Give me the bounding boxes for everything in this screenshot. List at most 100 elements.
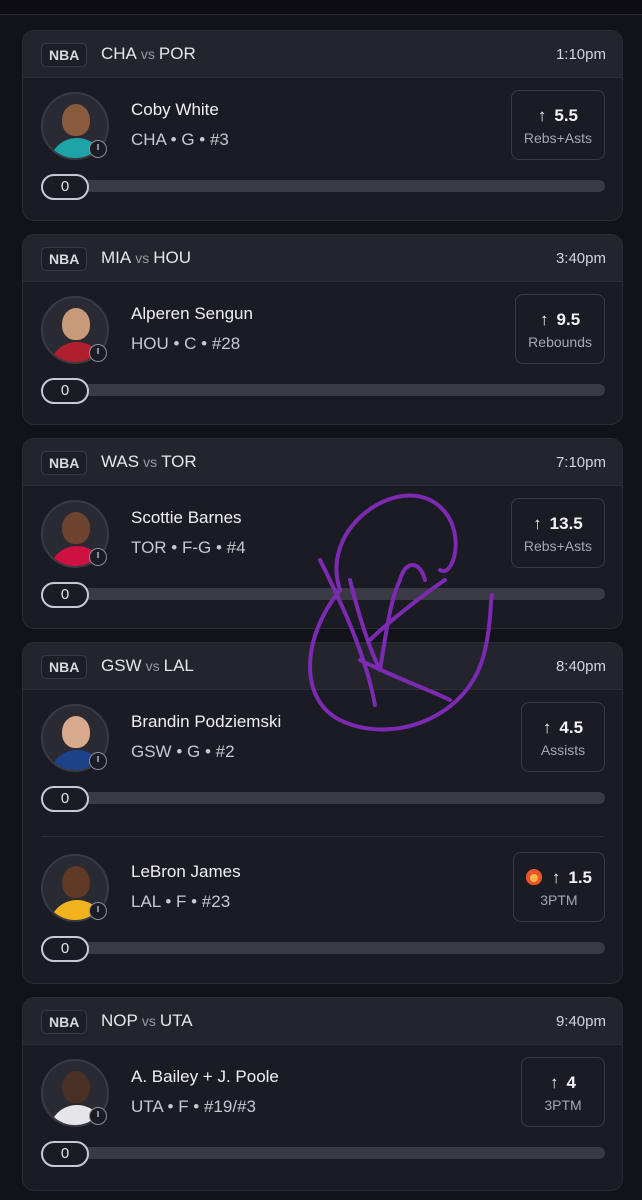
game-card-nop-uta[interactable]: NBA NOP vs UTA 9:40pm A. Bailey + J. Poole… (22, 997, 623, 1191)
line-value: 9.5 (556, 310, 581, 329)
game-card-was-tor[interactable]: NBA WAS vs TOR 7:10pm Scottie Barnes TOR •… (22, 438, 623, 629)
team-away: CHA (101, 44, 137, 63)
game-header: NBA WAS vs TOR 7:10pm (23, 439, 622, 486)
league-badge: NBA (41, 43, 88, 67)
league-badge: NBA (41, 655, 88, 679)
progress-count: 0 (41, 174, 89, 200)
player-name: Brandin Podziemski (131, 712, 282, 731)
team-away: GSW (101, 656, 142, 675)
clock-icon (89, 1107, 107, 1125)
player-row[interactable]: LeBron James LAL • F • #23 ↑ 1.5 3PTM 0 (23, 840, 622, 983)
player-row[interactable]: Brandin Podziemski GSW • G • #2 ↑ 4.5 Ass… (23, 690, 622, 836)
line-value: 4.5 (559, 718, 584, 737)
progress-bar (41, 792, 605, 804)
matchup: WAS vs TOR (101, 452, 197, 472)
vs-label: vs (141, 1013, 156, 1029)
line-value: 5.5 (554, 106, 579, 125)
progress-count: 0 (41, 582, 89, 608)
team-home: HOU (153, 248, 192, 267)
vs-label: vs (135, 250, 150, 266)
player-info: TOR • F-G • #4 (131, 538, 246, 557)
game-time: 3:40pm (555, 250, 606, 267)
arrow-up-icon: ↑ (533, 514, 542, 533)
line-button[interactable]: ↑ 9.5 Rebounds (515, 294, 605, 364)
team-home: UTA (159, 1011, 193, 1030)
matchup: CHA vs POR (101, 44, 196, 64)
arrow-up-icon: ↑ (540, 310, 549, 329)
game-header: NBA GSW vs LAL 8:40pm (23, 643, 622, 690)
player-row[interactable]: A. Bailey + J. Poole UTA • F • #19/#3 ↑ 4… (23, 1045, 622, 1190)
stat-label: 3PTM (544, 1097, 582, 1113)
vs-label: vs (140, 46, 155, 62)
game-card-mia-hou[interactable]: NBA MIA vs HOU 3:40pm Alperen Sengun HOU •… (22, 234, 623, 425)
matchup: GSW vs LAL (101, 656, 194, 676)
matchup: MIA vs HOU (101, 248, 191, 268)
game-header: NBA CHA vs POR 1:10pm (23, 31, 622, 78)
vs-label: vs (145, 658, 160, 674)
arrow-up-icon: ↑ (542, 718, 552, 737)
player-name: Coby White (131, 100, 219, 119)
line-button[interactable]: ↑ 1.5 3PTM (512, 852, 605, 922)
clock-icon (89, 344, 107, 362)
line-button[interactable]: ↑ 4.5 Assists (521, 702, 605, 772)
clock-icon (89, 752, 107, 770)
player-row[interactable]: Coby White CHA • G • #3 ↑ 5.5 Rebs+Asts 0 (23, 78, 622, 220)
league-badge: NBA (41, 451, 88, 475)
player-info: HOU • C • #28 (131, 334, 241, 353)
progress-count: 0 (41, 378, 89, 404)
matchup: NOP vs UTA (101, 1011, 193, 1031)
player-info: CHA • G • #3 (131, 130, 229, 149)
line-value: 4 (566, 1073, 576, 1092)
player-name: Alperen Sengun (131, 304, 253, 323)
game-time: 9:40pm (555, 1013, 606, 1030)
league-badge: NBA (41, 1010, 88, 1034)
player-name: A. Bailey + J. Poole (131, 1067, 279, 1086)
progress-bar (41, 384, 605, 396)
arrow-up-icon: ↑ (550, 1073, 559, 1092)
line-value: 1.5 (568, 868, 592, 887)
game-time: 7:10pm (555, 454, 606, 471)
line-button[interactable]: ↑ 4 3PTM (521, 1057, 605, 1127)
game-header: NBA NOP vs UTA 9:40pm (23, 998, 622, 1045)
game-card-gsw-lal[interactable]: NBA GSW vs LAL 8:40pm Brandin Podziemski G… (22, 642, 623, 984)
team-away: NOP (101, 1011, 138, 1030)
progress-bar (41, 1147, 605, 1159)
progress-bar (41, 180, 605, 192)
clock-icon (89, 140, 107, 158)
player-info: GSW • G • #2 (131, 742, 235, 761)
game-header: NBA MIA vs HOU 3:40pm (23, 235, 622, 282)
progress-bar (41, 588, 605, 600)
league-badge: NBA (41, 247, 88, 271)
game-card-cha-por[interactable]: NBA CHA vs POR 1:10pm Coby White CHA • G •… (22, 30, 623, 221)
stat-label: Assists (540, 742, 586, 758)
top-bar (0, 0, 642, 15)
stat-label: Rebounds (528, 334, 592, 350)
game-time: 8:40pm (555, 658, 606, 675)
player-name: Scottie Barnes (131, 508, 242, 527)
stat-label: Rebs+Asts (523, 538, 592, 554)
clock-icon (89, 902, 107, 920)
team-away: MIA (101, 248, 132, 267)
player-row[interactable]: Alperen Sengun HOU • C • #28 ↑ 9.5 Reboun… (23, 282, 622, 424)
team-home: TOR (161, 452, 197, 471)
stat-label: 3PTM (540, 892, 578, 908)
clock-icon (89, 548, 107, 566)
progress-count: 0 (41, 786, 89, 812)
line-button[interactable]: ↑ 5.5 Rebs+Asts (510, 90, 605, 160)
team-away: WAS (101, 452, 140, 471)
progress-count: 0 (41, 936, 89, 962)
progress-count: 0 (41, 1141, 89, 1167)
player-row[interactable]: Scottie Barnes TOR • F-G • #4 ↑ 13.5 Rebs… (23, 486, 622, 628)
vs-label: vs (143, 454, 158, 470)
line-value: 13.5 (549, 514, 583, 533)
player-name: LeBron James (131, 862, 241, 881)
player-info: UTA • F • #19/#3 (131, 1097, 256, 1116)
progress-bar (41, 942, 605, 954)
line-button[interactable]: ↑ 13.5 Rebs+Asts (510, 498, 605, 568)
fire-icon (525, 869, 542, 885)
team-home: POR (158, 44, 196, 63)
arrow-up-icon: ↑ (551, 868, 561, 887)
arrow-up-icon: ↑ (537, 106, 547, 125)
game-time: 1:10pm (555, 46, 606, 63)
player-info: LAL • F • #23 (131, 892, 231, 911)
